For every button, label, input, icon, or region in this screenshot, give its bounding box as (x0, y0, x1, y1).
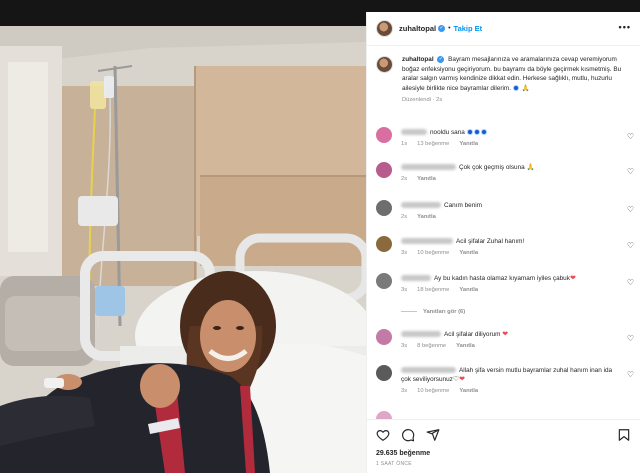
commenter-avatar[interactable] (376, 236, 392, 252)
bookmark-icon[interactable] (617, 428, 631, 442)
caption-username[interactable]: zuhaltopal (402, 56, 434, 63)
commenter-avatar[interactable] (376, 365, 392, 381)
comment-time: 1s (401, 141, 408, 147)
comment-time: 3s (401, 287, 408, 293)
comment-time: 2s (401, 214, 408, 220)
author-avatar[interactable] (376, 20, 393, 37)
commenter-avatar[interactable] (376, 200, 392, 216)
post-side-panel: zuhaltopal ✓ • Takip Et ••• zuhaltopal ✓… (366, 12, 640, 473)
post-photo[interactable] (0, 26, 366, 473)
caption-meta: Düzenlendi · 2s (402, 97, 443, 103)
reply-button[interactable]: Yanıtla (456, 343, 475, 349)
blurred-username[interactable] (401, 164, 456, 171)
comment-text: Acil şifalar Zuhal hanım! (456, 238, 525, 245)
reply-button[interactable]: Yanıtla (459, 250, 478, 256)
post-timestamp: 1 SAAT ÖNCE (376, 461, 412, 467)
nazar-icon (466, 129, 473, 136)
commenter-avatar[interactable] (376, 127, 392, 143)
comment-likes[interactable]: 13 beğenme (417, 141, 449, 147)
post-footer: 29.635 beğenme 1 SAAT ÖNCE (367, 419, 640, 473)
comment-text: Çok çok geçmiş olsuna (459, 164, 525, 171)
heart-icon[interactable] (376, 428, 390, 442)
heart-icon[interactable]: ♡ (627, 132, 634, 141)
blurred-username[interactable] (401, 238, 453, 245)
red-heart-icon: ❤ (569, 275, 576, 282)
nazar-icon (473, 129, 480, 136)
comment-likes[interactable]: 10 beğenme (417, 388, 449, 394)
comments-feed[interactable]: zuhaltopal ✓ Bayram mesajlarınıza ve ara… (367, 47, 640, 419)
header-dot-separator: • (448, 25, 451, 32)
caption-avatar[interactable] (376, 56, 393, 73)
comment-icon[interactable] (401, 428, 415, 442)
reply-button[interactable]: Yanıtla (417, 176, 436, 182)
commenter-avatar[interactable] (376, 329, 392, 345)
red-heart-icon: ❤ (502, 331, 509, 338)
pray-icon: 🙏 (526, 164, 535, 171)
heart-icon[interactable]: ♡ (627, 278, 634, 287)
heart-icon[interactable]: ♡ (627, 241, 634, 250)
heart-icon[interactable]: ♡ (627, 167, 634, 176)
commenter-avatar[interactable] (376, 273, 392, 289)
comment-likes[interactable]: 10 beğenme (417, 250, 449, 256)
comment-likes[interactable]: 18 beğenme (417, 287, 449, 293)
view-replies-link[interactable]: Yanıtları gör (6) (401, 309, 465, 315)
post-caption: zuhaltopal ✓ Bayram mesajlarınıza ve ara… (376, 55, 632, 103)
pray-icon: 🙏 (521, 84, 530, 92)
comment-text: Canım benim (444, 202, 483, 209)
comment-text: nooldu sana (430, 129, 465, 136)
reply-button[interactable]: Yanıtla (459, 388, 478, 394)
comment-time: 3s (401, 250, 408, 256)
share-icon[interactable] (426, 428, 440, 442)
post-header: zuhaltopal ✓ • Takip Et ••• (367, 12, 640, 46)
reply-button[interactable]: Yanıtla (459, 141, 478, 147)
comment-text: Ay bu kadın hasta olamaz kıyamam iyiles … (434, 275, 570, 282)
verified-icon: ✓ (437, 55, 445, 63)
comment-time: 2s (401, 176, 408, 182)
nazar-icon (512, 84, 519, 91)
commenter-avatar[interactable] (376, 162, 392, 178)
comment-text: Acil şifalar diliyorum (444, 331, 501, 338)
heart-icon[interactable]: ♡ (627, 370, 634, 379)
comment-time: 3s (401, 388, 408, 394)
follow-button[interactable]: Takip Et (454, 24, 483, 33)
hospital-bed-photo (0, 26, 366, 473)
blurred-username[interactable] (401, 202, 441, 209)
blurred-username[interactable] (401, 331, 441, 338)
more-icon[interactable]: ••• (619, 22, 631, 32)
heart-icon[interactable]: ♡ (627, 205, 634, 214)
reply-button[interactable]: Yanıtla (459, 287, 478, 293)
nazar-icon (480, 129, 487, 136)
heart-icon[interactable]: ♡ (627, 334, 634, 343)
caption-text: Bayram mesajlarınıza ve aramalarınıza ce… (402, 56, 622, 92)
action-bar (376, 428, 440, 442)
blurred-username[interactable] (401, 367, 456, 374)
reply-button[interactable]: Yanıtla (417, 214, 436, 220)
blurred-username[interactable] (401, 275, 431, 282)
verified-icon: ✓ (438, 25, 446, 32)
like-count[interactable]: 29.635 beğenme (376, 450, 430, 457)
comment-likes[interactable]: 8 beğenme (417, 343, 446, 349)
commenter-avatar[interactable] (376, 411, 392, 419)
blurred-username[interactable] (401, 129, 427, 136)
comment-time: 3s (401, 343, 408, 349)
rose-icon: ❤ (459, 376, 466, 383)
author-username[interactable]: zuhaltopal (399, 24, 436, 33)
